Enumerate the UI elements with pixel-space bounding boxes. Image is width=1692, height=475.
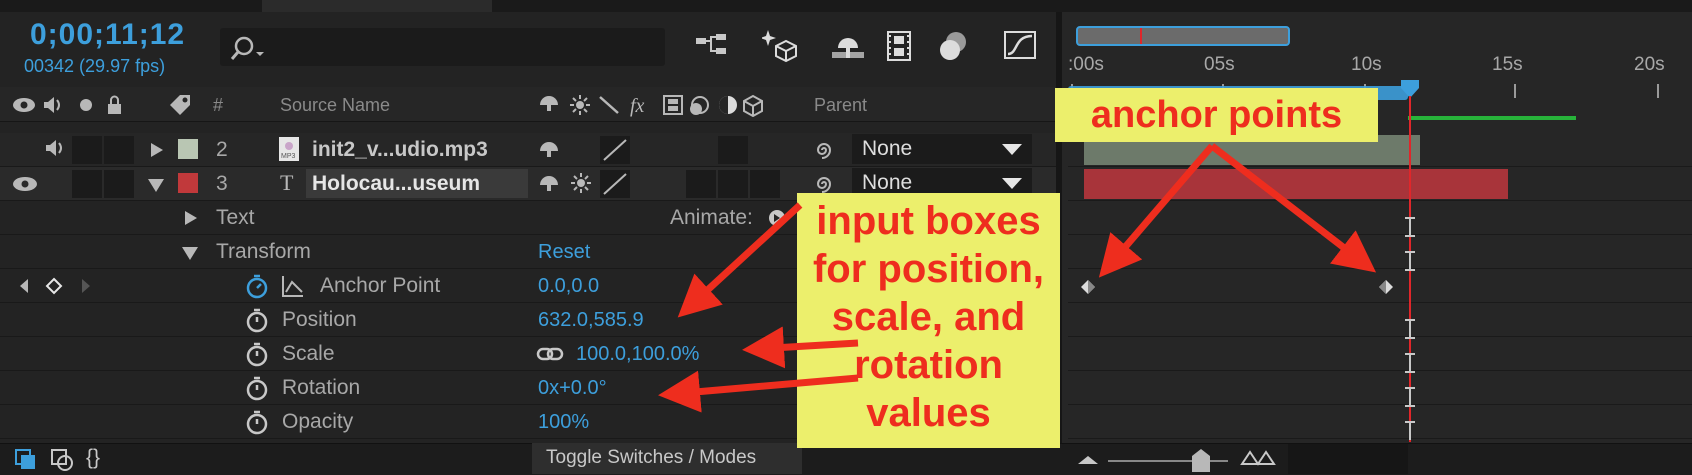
arrow-to-rotation	[658, 370, 859, 413]
arrow-to-position	[677, 202, 803, 318]
annotation-arrows	[658, 143, 1377, 413]
arrow-to-anchor-start	[1098, 143, 1215, 278]
arrow-to-anchor-end	[1209, 143, 1377, 273]
arrow-to-scale	[742, 326, 859, 369]
